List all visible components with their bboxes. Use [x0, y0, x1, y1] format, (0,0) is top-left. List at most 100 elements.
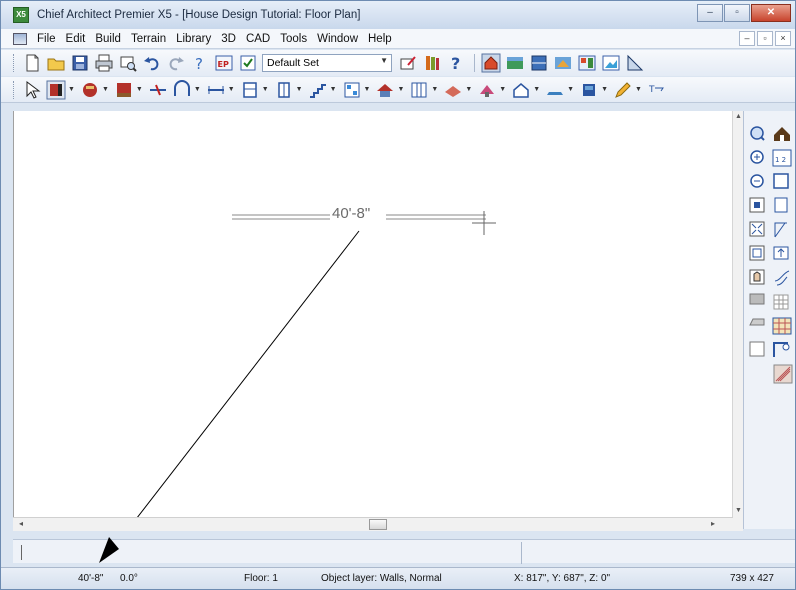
fit-building-icon	[749, 221, 765, 237]
toolbar-grip[interactable]	[13, 54, 16, 72]
elevation-view-icon[interactable]	[505, 53, 525, 73]
library-browser-icon[interactable]	[422, 53, 442, 73]
document-icon[interactable]	[13, 32, 27, 45]
drawing-canvas[interactable]: 40'-8"	[13, 111, 743, 546]
chevron-down-icon[interactable]: ▼	[380, 56, 388, 65]
roof-tool-icon[interactable]	[375, 80, 395, 100]
fixture-tool-icon[interactable]	[477, 80, 497, 100]
print-preview-icon[interactable]	[118, 53, 138, 73]
material-tool-icon[interactable]	[579, 80, 599, 100]
svg-text:1 2: 1 2	[775, 156, 786, 164]
menu-help[interactable]: Help	[363, 33, 397, 45]
chevron-down-icon[interactable]: ▼	[533, 86, 540, 93]
minimize-button[interactable]: –	[697, 4, 723, 22]
checkbox-icon[interactable]	[238, 53, 258, 73]
pencil-tool-icon[interactable]	[613, 80, 633, 100]
toolbar-grip[interactable]	[13, 80, 16, 99]
horizontal-scroll-thumb[interactable]	[369, 519, 387, 530]
chevron-down-icon[interactable]: ▼	[194, 86, 201, 93]
close-button[interactable]: ✕	[751, 4, 791, 22]
vertical-scrollbar[interactable]: ▲ ▼	[732, 111, 743, 531]
print-icon[interactable]	[94, 53, 114, 73]
chevron-down-icon[interactable]: ▼	[102, 86, 109, 93]
status-floor: Floor: 1	[244, 573, 278, 584]
doc-close-button[interactable]: ×	[775, 31, 791, 46]
layer-display-icon[interactable]: EP	[214, 53, 234, 73]
chevron-down-icon[interactable]: ▼	[68, 86, 75, 93]
edit-layer-icon[interactable]	[398, 53, 418, 73]
text-tool-icon[interactable]	[545, 80, 565, 100]
camera-view-icon[interactable]	[601, 53, 621, 73]
cabinet-icon[interactable]	[240, 80, 260, 100]
menu-window[interactable]: Window	[312, 33, 363, 45]
menu-edit[interactable]: Edit	[61, 33, 91, 45]
chevron-down-icon[interactable]: ▼	[262, 86, 269, 93]
reference-display-icon	[773, 364, 793, 384]
chevron-down-icon[interactable]: ▼	[397, 86, 404, 93]
house-tool-icon[interactable]	[511, 80, 531, 100]
framing-tool-icon[interactable]	[409, 80, 429, 100]
menu-3d[interactable]: 3D	[216, 33, 241, 45]
chevron-down-icon[interactable]: ▼	[431, 86, 438, 93]
chevron-down-icon[interactable]: ▼	[364, 86, 371, 93]
help-icon[interactable]: ?	[446, 53, 466, 73]
scroll-left-icon[interactable]: ◂	[19, 519, 23, 528]
doc-minimize-button[interactable]: –	[739, 31, 755, 46]
menu-build[interactable]: Build	[90, 33, 126, 45]
chevron-down-icon[interactable]: ▼	[601, 86, 608, 93]
whats-this-icon[interactable]: ?	[190, 53, 210, 73]
chevron-down-icon[interactable]: ▼	[635, 86, 642, 93]
chevron-down-icon[interactable]: ▼	[136, 86, 143, 93]
title-bar[interactable]: X5 Chief Architect Premier X5 - [House D…	[1, 1, 795, 29]
arc-tool-icon[interactable]	[172, 79, 192, 100]
open-folder-icon[interactable]	[46, 53, 66, 73]
rectangle-icon	[773, 173, 789, 189]
layer-set-select[interactable]: Default Set ▼	[262, 54, 392, 72]
stairs-tool-icon[interactable]	[308, 80, 328, 100]
text-arrow-icon[interactable]: T	[647, 80, 667, 100]
chevron-down-icon[interactable]: ▼	[296, 86, 303, 93]
menu-bar: File Edit Build Terrain Library 3D CAD T…	[1, 29, 795, 49]
maximize-button[interactable]: ▫	[724, 4, 750, 22]
redo-icon[interactable]	[166, 53, 186, 73]
horizontal-scrollbar[interactable]: ◂ ▸	[13, 517, 733, 531]
svg-text:?: ?	[451, 54, 460, 73]
menu-cad[interactable]: CAD	[241, 33, 275, 45]
chevron-down-icon[interactable]: ▼	[228, 86, 235, 93]
cabinet-view-icon[interactable]	[529, 53, 549, 73]
chevron-down-icon[interactable]: ▼	[567, 86, 574, 93]
status-coordinates: X: 817", Y: 687", Z: 0"	[514, 573, 611, 584]
door-tool-icon[interactable]	[114, 80, 134, 100]
canvas-drawing	[115, 211, 496, 546]
terrain-tool-icon[interactable]	[443, 80, 463, 100]
room-tool-icon[interactable]	[342, 80, 362, 100]
floor-plan-view-icon[interactable]	[481, 53, 501, 73]
doc-restore-button[interactable]: ▫	[757, 31, 773, 46]
menu-library[interactable]: Library	[171, 33, 216, 45]
layout-view-icon[interactable]	[577, 53, 597, 73]
window-tool-icon[interactable]	[274, 80, 294, 100]
select-objects-icon[interactable]	[22, 80, 42, 100]
chevron-down-icon[interactable]: ▼	[330, 86, 337, 93]
scroll-right-icon[interactable]: ▸	[711, 519, 715, 528]
message-line[interactable]	[13, 539, 795, 564]
chevron-down-icon[interactable]: ▼	[465, 86, 472, 93]
wall-tool-icon[interactable]	[46, 80, 66, 100]
dimension-tool-icon[interactable]	[206, 80, 226, 100]
undo-icon[interactable]	[142, 53, 162, 73]
perspective-view-icon[interactable]	[553, 53, 573, 73]
menu-file[interactable]: File	[32, 33, 61, 45]
scroll-up-icon[interactable]: ▲	[735, 113, 742, 120]
menu-tools[interactable]: Tools	[275, 33, 312, 45]
new-file-icon[interactable]	[22, 53, 42, 73]
scroll-down-icon[interactable]: ▼	[735, 507, 742, 514]
svg-text:?: ?	[195, 55, 203, 73]
save-icon[interactable]	[70, 53, 90, 73]
menu-terrain[interactable]: Terrain	[126, 33, 171, 45]
ruler-icon[interactable]	[625, 53, 645, 73]
cabinet-tool-icon[interactable]	[80, 80, 100, 100]
break-wall-icon[interactable]	[148, 80, 168, 100]
chevron-down-icon[interactable]: ▼	[499, 86, 506, 93]
app-icon[interactable]: X5	[13, 7, 29, 23]
pan-icon	[749, 269, 765, 285]
